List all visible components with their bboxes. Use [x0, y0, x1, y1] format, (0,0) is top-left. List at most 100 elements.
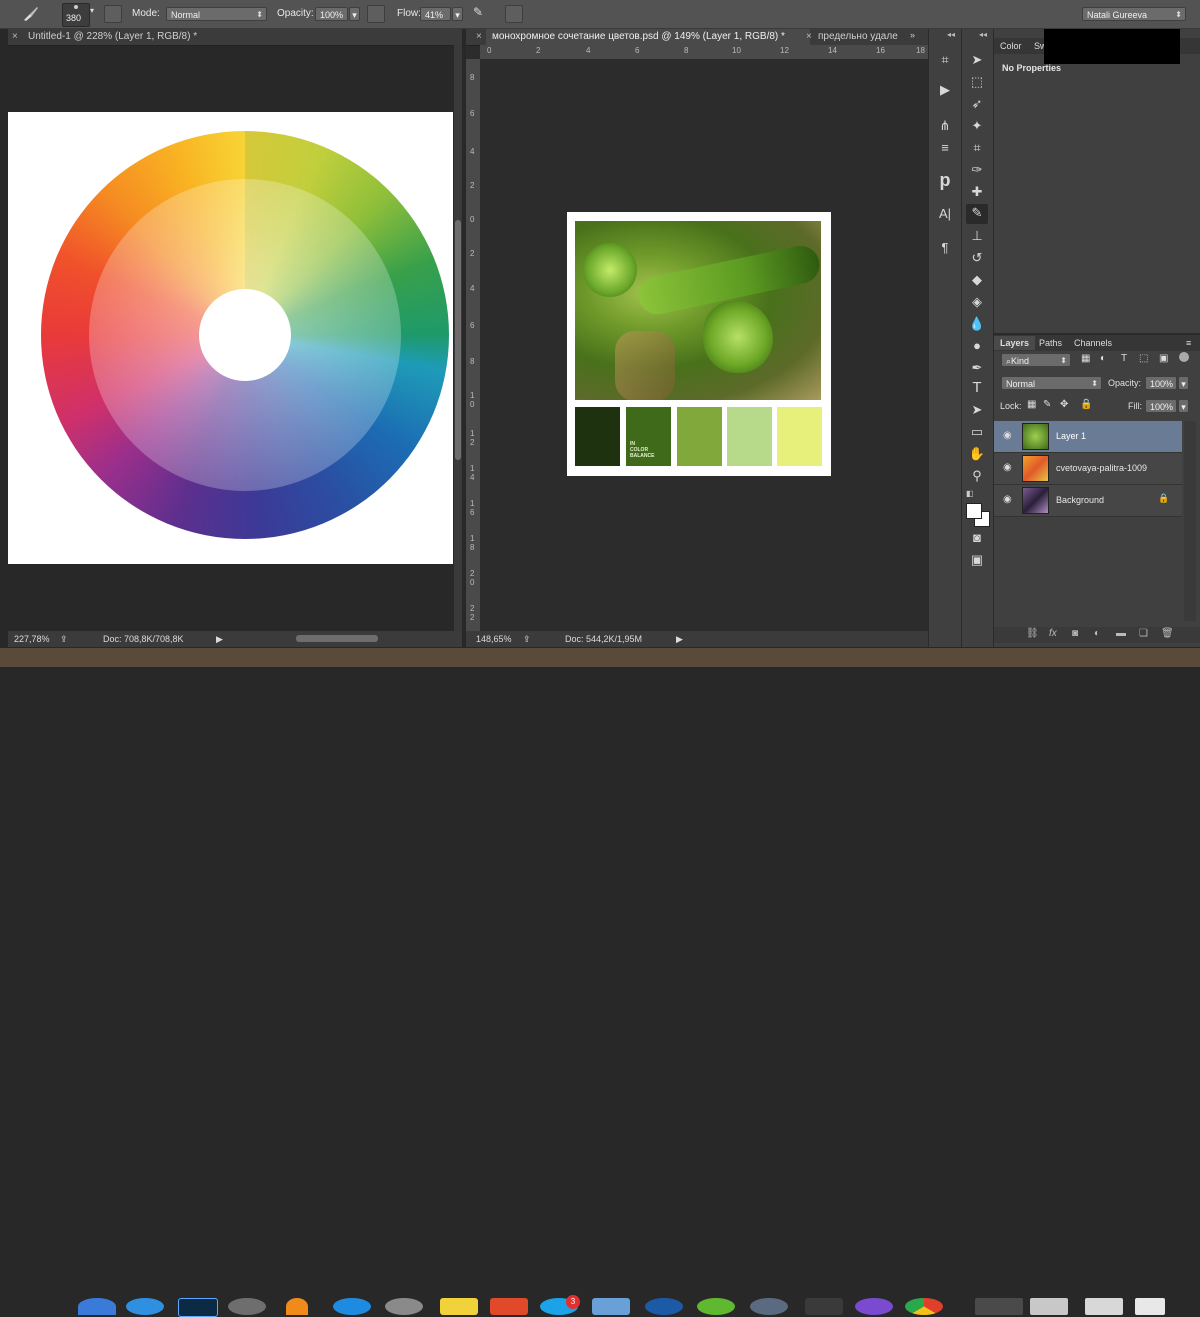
quicktime-icon[interactable]	[750, 1298, 788, 1315]
panel-menu-icon[interactable]: ≡	[1186, 336, 1191, 350]
collapse-tools-icon[interactable]: ◂◂	[979, 30, 987, 39]
adjustments-panel-icon[interactable]: ≡	[936, 139, 954, 157]
imovie-icon[interactable]	[855, 1298, 893, 1315]
canvas-left[interactable]	[8, 112, 453, 564]
left-doc-scroll-thumb[interactable]	[455, 220, 461, 460]
visibility-eye-icon[interactable]: ◉	[1003, 430, 1012, 441]
tab-color[interactable]: Color	[1000, 39, 1022, 53]
layer-name[interactable]: Layer 1	[1056, 431, 1086, 441]
tab-overflow-icon[interactable]: »	[910, 30, 915, 40]
preview-icon[interactable]	[592, 1298, 630, 1315]
filter-smart-object-icon[interactable]: ▣	[1159, 353, 1168, 364]
foreground-color-swatch[interactable]	[966, 503, 982, 519]
chrome-icon[interactable]	[905, 1298, 943, 1315]
browser-icon[interactable]	[645, 1298, 683, 1315]
layer-name[interactable]: Background	[1056, 495, 1104, 505]
launchpad-icon[interactable]	[385, 1298, 423, 1315]
share-icon[interactable]: ⇪	[60, 631, 68, 647]
link-layers-icon[interactable]: ⛓	[1026, 628, 1039, 639]
left-doc-zoom[interactable]: 227,78%	[14, 631, 50, 647]
pressure-opacity-icon[interactable]	[367, 5, 385, 23]
path-selection-icon[interactable]: ➤	[968, 401, 986, 419]
close-icon[interactable]: ×	[476, 31, 482, 42]
layer-filter-kind-select[interactable]: ⌕Kind ⬍	[1001, 353, 1071, 367]
vlc-icon[interactable]	[286, 1298, 308, 1315]
delete-layer-icon[interactable]: 🗑	[1161, 628, 1174, 639]
hand-icon[interactable]: ✋	[968, 445, 986, 463]
right-doc-zoom[interactable]: 148,65%	[476, 631, 512, 647]
quick-mask-icon[interactable]: ◙	[968, 529, 986, 547]
dodge-icon[interactable]: ●	[968, 337, 986, 355]
default-colors-icon[interactable]: ◧	[966, 489, 974, 498]
fill-input[interactable]: 100%	[1145, 399, 1177, 413]
filter-toggle-icon[interactable]	[1179, 352, 1189, 362]
workspace-user-select[interactable]: Natali Gureeva ⬍	[1082, 7, 1186, 21]
collapse-dock-icon[interactable]: ◂◂	[947, 30, 955, 39]
filter-adjustment-icon[interactable]: ◐	[1100, 353, 1106, 364]
tab-paths[interactable]: Paths	[1039, 336, 1062, 350]
layers-scrollbar[interactable]	[1184, 421, 1196, 621]
layer-opacity-dropdown[interactable]: ▾	[1178, 376, 1189, 390]
safari-icon[interactable]	[126, 1298, 164, 1315]
character-panel-icon[interactable]: A|	[936, 205, 954, 223]
visibility-eye-icon[interactable]: ◉	[1003, 494, 1012, 505]
pdf-icon[interactable]	[490, 1298, 528, 1315]
filter-shape-icon[interactable]: ⬚	[1139, 353, 1148, 364]
notes-icon[interactable]	[440, 1298, 478, 1315]
share-icon[interactable]: ⇪	[523, 631, 531, 647]
photoshop-icon[interactable]	[178, 1298, 218, 1317]
layer-opacity-input[interactable]: 100%	[1145, 376, 1177, 390]
skype-icon[interactable]: 3	[540, 1295, 580, 1315]
screen-mode-icon[interactable]: ▣	[968, 551, 986, 569]
pressure-size-icon[interactable]	[505, 5, 523, 23]
play-arrow-icon[interactable]: ▶	[676, 631, 683, 647]
filter-type-icon[interactable]: T	[1121, 353, 1127, 364]
lock-transparent-icon[interactable]: ▦	[1027, 399, 1036, 410]
brush-panel-icon[interactable]: ⋔	[936, 117, 954, 135]
opacity-input[interactable]: 100%	[315, 7, 348, 21]
left-doc-hscroll-thumb[interactable]	[296, 635, 378, 642]
finder-icon[interactable]	[78, 1298, 116, 1315]
layer-row-layer-1[interactable]: ◉ Layer 1	[994, 421, 1182, 453]
close-icon[interactable]: ×	[806, 31, 812, 42]
layer-blend-mode-select[interactable]: Normal ⬍	[1001, 376, 1102, 390]
brush-icon[interactable]	[20, 5, 42, 23]
history-panel-icon[interactable]: ⌗	[936, 51, 954, 69]
crop-icon[interactable]: ⌗	[968, 139, 986, 157]
eyedropper-icon[interactable]: ✑	[968, 161, 986, 179]
app-store-icon[interactable]	[333, 1298, 371, 1315]
left-doc-tab-title[interactable]: Untitled-1 @ 228% (Layer 1, RGB/8) *	[22, 29, 458, 45]
brush-tool-icon[interactable]: ✎	[966, 204, 988, 224]
lasso-icon[interactable]: ➶	[968, 95, 986, 113]
utorrent-icon[interactable]	[697, 1298, 735, 1315]
mode-select[interactable]: Normal ⬍	[166, 7, 267, 21]
clone-stamp-icon[interactable]: ⊥	[968, 227, 986, 245]
system-prefs-icon[interactable]	[228, 1298, 266, 1315]
rectangle-icon[interactable]: ▭	[968, 423, 986, 441]
flow-dropdown-button[interactable]: ▾	[452, 7, 463, 21]
fill-dropdown[interactable]: ▾	[1178, 399, 1189, 413]
right-doc-tab-second[interactable]: предельно удале	[812, 29, 906, 45]
visibility-eye-icon[interactable]: ◉	[1003, 462, 1012, 473]
pen-icon[interactable]: ✒	[968, 359, 986, 377]
opacity-dropdown-button[interactable]: ▾	[349, 7, 360, 21]
downloads-stack-icon[interactable]	[1030, 1298, 1068, 1315]
airbrush-icon[interactable]: ✎	[473, 5, 491, 23]
play-arrow-icon[interactable]: ▶	[216, 631, 223, 647]
filter-pixel-icon[interactable]: ▦	[1081, 353, 1090, 364]
spot-healing-icon[interactable]: ✚	[968, 183, 986, 201]
layer-row-palette[interactable]: ◉ cvetovaya-palitra-1009	[994, 453, 1182, 485]
type-icon[interactable]: T	[968, 379, 986, 397]
close-icon[interactable]: ×	[12, 31, 18, 42]
tab-channels[interactable]: Channels	[1074, 336, 1112, 350]
terminal-icon[interactable]	[805, 1298, 843, 1315]
document-stack-icon[interactable]	[1135, 1298, 1165, 1315]
actions-panel-icon[interactable]: ▶	[936, 81, 954, 99]
adjustment-layer-icon[interactable]: ◐	[1094, 628, 1100, 639]
brush-panel-toggle-icon[interactable]	[104, 5, 122, 23]
eraser-icon[interactable]: ◆	[968, 271, 986, 289]
layer-style-icon[interactable]: fx	[1049, 628, 1057, 639]
marquee-icon[interactable]: ⬚	[968, 73, 986, 91]
new-group-icon[interactable]: ▬	[1116, 628, 1126, 639]
paint-bucket-icon[interactable]: ◈	[968, 293, 986, 311]
